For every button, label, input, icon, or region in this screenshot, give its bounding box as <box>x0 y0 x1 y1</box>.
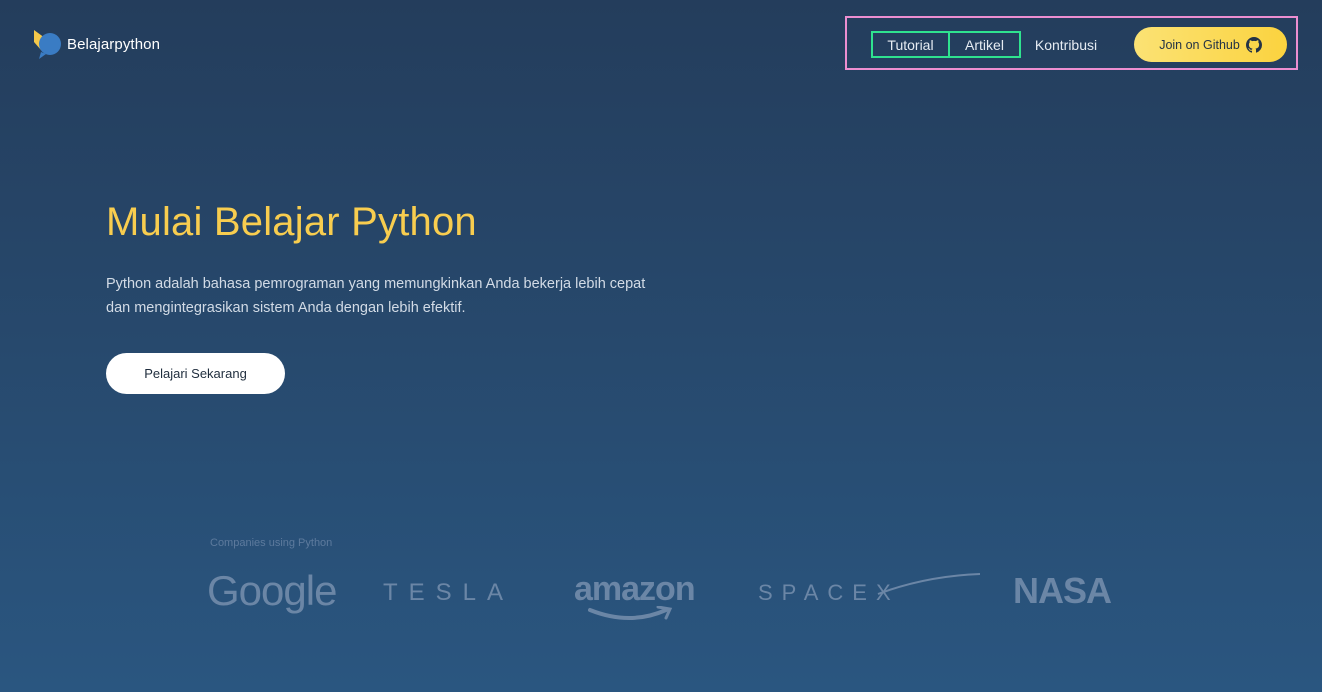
amazon-logo: amazon <box>574 570 696 608</box>
join-github-label: Join on Github <box>1159 37 1240 52</box>
hero-description: Python adalah bahasa pemrograman yang me… <box>106 276 646 316</box>
logo-text: Belajarpython <box>67 35 161 53</box>
spacex-logo-group: SPACEX <box>758 572 983 612</box>
google-logo: Google <box>207 567 337 614</box>
companies-label: Companies using Python <box>210 537 333 549</box>
spacex-swoosh-icon <box>877 573 981 595</box>
nav-link-artikel[interactable]: Artikel <box>948 31 1021 58</box>
github-icon <box>1245 36 1262 53</box>
learn-now-button[interactable]: Pelajari Sekarang <box>106 353 285 394</box>
amazon-logo-group: amazon <box>574 570 706 624</box>
site-logo[interactable]: Belajarpython <box>31 28 160 60</box>
hero-title: Mulai Belajar Python <box>106 200 477 244</box>
nav-link-tutorial[interactable]: Tutorial <box>871 31 950 58</box>
nasa-logo: NASA <box>1013 570 1112 611</box>
logo-bubble-icon <box>31 28 63 60</box>
amazon-smile-icon <box>588 606 673 620</box>
tesla-logo: TESLA <box>383 579 515 606</box>
join-github-button[interactable]: Join on Github <box>1134 27 1287 62</box>
nav-link-kontribusi[interactable]: Kontribusi <box>1024 31 1108 58</box>
